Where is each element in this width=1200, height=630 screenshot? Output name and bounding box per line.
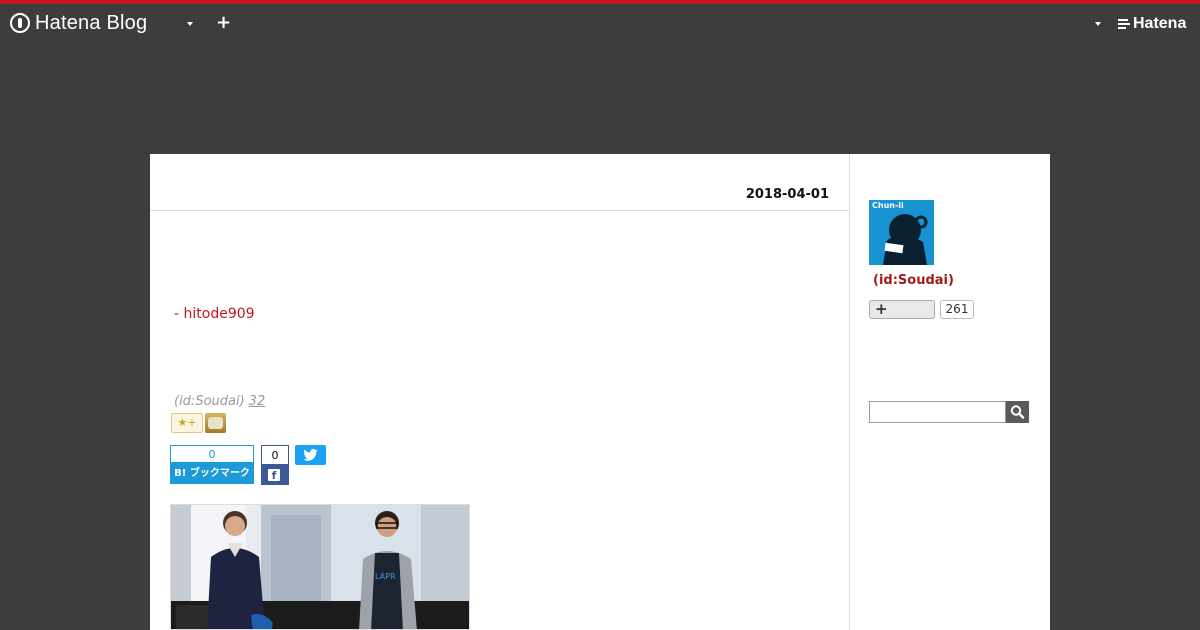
author-count-link[interactable]: 32 (249, 394, 266, 409)
search-input[interactable] (869, 401, 1006, 423)
entry-author-line: (id:Soudai) 32 (174, 394, 265, 409)
entry-main: 2018-04-01 - hitode909 (id:Soudai) 32 ★+ … (150, 154, 850, 630)
hatena-account-link[interactable]: Hatena (1118, 15, 1186, 33)
facebook-count: 0 (261, 445, 289, 465)
chevron-down-icon[interactable] (187, 22, 193, 26)
divider (150, 210, 849, 211)
search-button[interactable] (1006, 401, 1029, 423)
add-star-button[interactable]: ★+ (171, 413, 203, 433)
bookmark-label: B! ブックマーク (170, 463, 254, 484)
subscribe-button[interactable]: + (869, 300, 935, 319)
svg-text:LAPR: LAPR (375, 572, 396, 581)
profile-id-link[interactable]: (id:Soudai) (873, 273, 954, 288)
plus-icon: + (875, 300, 888, 318)
bookmark-count: 0 (170, 445, 254, 463)
star-user-avatar[interactable] (205, 413, 226, 433)
entry-link[interactable]: - hitode909 (174, 306, 255, 322)
brand-name: Hatena Blog (35, 11, 148, 34)
hatena-logo-icon (10, 13, 30, 33)
blog-page: 2018-04-01 - hitode909 (id:Soudai) 32 ★+ … (150, 154, 1050, 630)
subscriber-count[interactable]: 261 (940, 300, 974, 319)
hatena-mark-icon (1118, 18, 1130, 30)
entry-date[interactable]: 2018-04-01 (746, 187, 829, 202)
hatena-blog-logo-link[interactable]: Hatena Blog (10, 12, 147, 34)
avatar-caption: Chun-li (872, 201, 904, 210)
facebook-icon: f (268, 469, 280, 482)
add-button[interactable]: + (216, 13, 231, 33)
hatena-bookmark-button[interactable]: 0 B! ブックマーク (170, 445, 254, 484)
entry-photo-image: LAPR (171, 505, 469, 629)
twitter-icon (303, 449, 318, 461)
hatena-label: Hatena (1133, 15, 1187, 32)
twitter-share-button[interactable] (295, 445, 326, 465)
chevron-down-icon[interactable] (1095, 22, 1101, 26)
entry-photo[interactable]: LAPR (170, 504, 470, 630)
facebook-label: f (261, 465, 289, 485)
author-id[interactable]: (id:Soudai) (174, 394, 245, 409)
global-header: Hatena Blog + Hatena (0, 4, 1200, 42)
profile-avatar[interactable]: Chun-li (869, 200, 934, 265)
facebook-share-button[interactable]: 0 f (261, 445, 289, 485)
search-icon (1010, 405, 1025, 419)
sidebar: Chun-li (id:Soudai) + 261 (869, 154, 1050, 630)
